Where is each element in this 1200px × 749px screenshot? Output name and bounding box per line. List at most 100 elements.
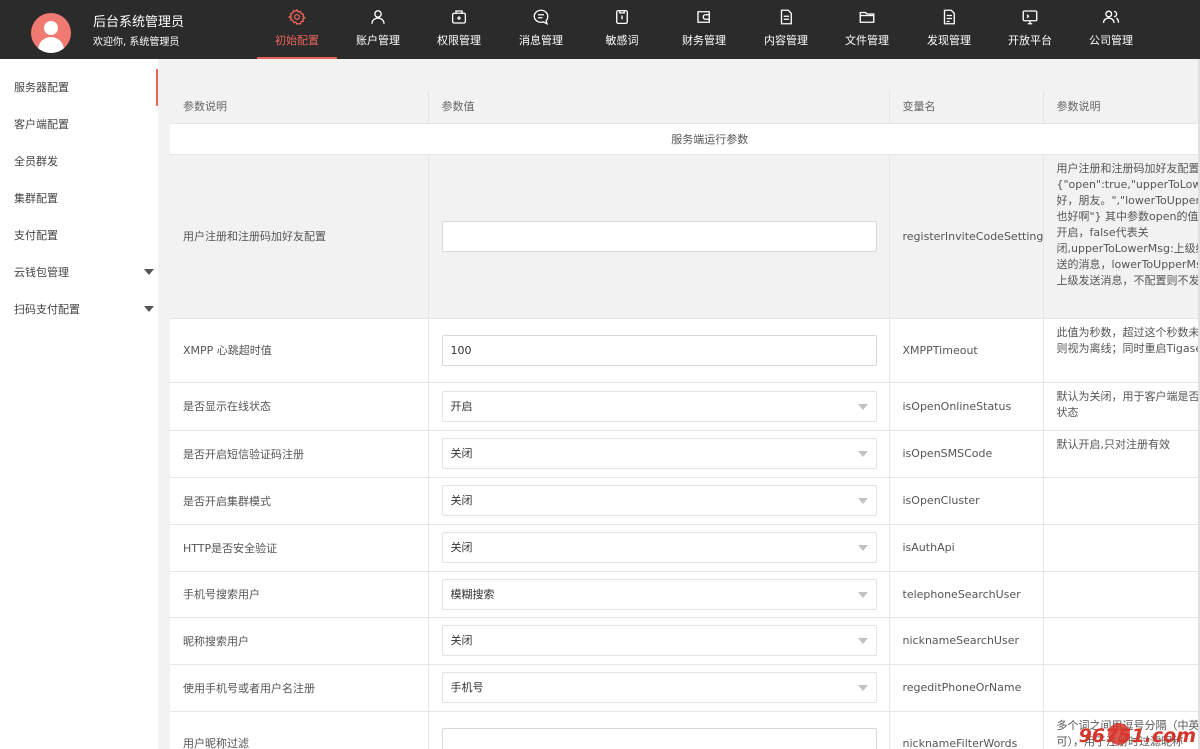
watermark: 96751.com <box>1078 725 1196 747</box>
nav-open-platform[interactable]: 开放平台 <box>990 0 1070 59</box>
select-value: 关闭 <box>450 494 473 507</box>
sidebar-item-client-config[interactable]: 客户端配置 <box>0 106 158 143</box>
online-status-select[interactable]: 开启 <box>441 390 877 422</box>
sidebar-item-qr-payment[interactable]: 扫码支付配置 <box>0 291 158 328</box>
sidebar-item-label: 扫码支付配置 <box>14 303 80 316</box>
nickname-search-select[interactable]: 关闭 <box>441 625 877 656</box>
param-label: 是否显示在线状态 <box>170 382 429 431</box>
sidebar-item-label: 服务器配置 <box>14 81 69 94</box>
select-value: 开启 <box>450 399 473 413</box>
sidebar-item-server-config[interactable]: 服务器配置 <box>0 69 158 106</box>
permission-icon <box>451 10 467 24</box>
sidebar-item-cluster-config[interactable]: 集群配置 <box>0 180 158 217</box>
param-label: 是否开启集群模式 <box>170 477 429 525</box>
param-description <box>1043 571 1200 618</box>
variable-name: nicknameFilterWords <box>889 711 1044 749</box>
nav-label: 消息管理 <box>519 34 563 47</box>
register-mode-select[interactable]: 手机号 <box>441 672 877 703</box>
nav-label: 权限管理 <box>437 34 481 47</box>
column-header: 参数值 <box>428 90 890 124</box>
param-description: 默认开启,只对注册有效 <box>1043 430 1200 478</box>
nav-company-management[interactable]: 公司管理 <box>1071 0 1151 59</box>
param-label: 昵称搜索用户 <box>170 617 429 665</box>
nickname-filter-input[interactable] <box>441 727 877 749</box>
select-value: 模糊搜索 <box>450 587 495 601</box>
variable-name: nicknameSearchUser <box>889 617 1044 665</box>
dropdown-arrow-icon <box>857 451 868 457</box>
nav-label: 敏感词 <box>605 34 639 47</box>
variable-name: XMPPTimeout <box>889 318 1044 383</box>
column-header: 变量名 <box>889 90 1044 124</box>
variable-name: isOpenOnlineStatus <box>889 382 1044 431</box>
table-row: 用户注册和注册码加好友配置 registerInviteCodeSetting … <box>170 154 1200 319</box>
users-icon <box>1102 10 1120 24</box>
nav-finance-management[interactable]: 财务管理 <box>664 0 744 59</box>
sms-code-select[interactable]: 关闭 <box>441 438 877 469</box>
variable-name: isOpenSMSCode <box>889 430 1044 478</box>
nav-account-management[interactable]: 账户管理 <box>338 0 418 59</box>
param-label: HTTP是否安全验证 <box>170 524 429 572</box>
xmpp-timeout-input[interactable]: 100 <box>441 334 877 366</box>
variable-name: regeditPhoneOrName <box>889 664 1044 712</box>
discover-icon <box>943 9 955 25</box>
param-description <box>1043 477 1200 525</box>
http-auth-select[interactable]: 关闭 <box>441 532 877 563</box>
message-icon <box>533 9 549 26</box>
dropdown-arrow-icon <box>857 545 868 551</box>
document-icon <box>780 9 792 25</box>
table-row: 是否显示在线状态 开启 isOpenOnlineStatus 默认为关闭，用于客… <box>170 382 1200 431</box>
gear-icon <box>288 8 306 26</box>
register-invite-code-input[interactable] <box>441 220 877 252</box>
dropdown-arrow-icon <box>857 638 868 644</box>
nav-discover-management[interactable]: 发现管理 <box>909 0 989 59</box>
sidebar: 服务器配置 客户端配置 全员群发 集群配置 支付配置 云钱包管理 扫码支付配置 <box>0 59 158 749</box>
nav-label: 公司管理 <box>1089 34 1133 47</box>
sidebar-item-label: 客户端配置 <box>14 118 69 131</box>
param-description: 此值为秒数，超过这个秒数未收到心跳则视为离线；同时重启Tigase后生效 <box>1043 318 1200 383</box>
variable-name: isOpenCluster <box>889 477 1044 525</box>
sidebar-item-broadcast[interactable]: 全员群发 <box>0 143 158 180</box>
nav-content-management[interactable]: 内容管理 <box>746 0 826 59</box>
table-row: XMPP 心跳超时值 100 XMPPTimeout 此值为秒数，超过这个秒数未… <box>170 318 1200 383</box>
select-value: 关闭 <box>450 541 473 554</box>
nav-initial-config[interactable]: 初始配置 <box>257 0 337 59</box>
caret-down-icon <box>144 269 154 275</box>
dropdown-arrow-icon <box>857 403 868 410</box>
caret-down-icon <box>144 306 154 312</box>
sidebar-item-payment-config[interactable]: 支付配置 <box>0 217 158 254</box>
select-value: 关闭 <box>450 447 473 460</box>
nav-label: 初始配置 <box>275 34 319 47</box>
nav-label: 文件管理 <box>845 34 889 47</box>
avatar[interactable] <box>31 13 71 53</box>
nav-label: 账户管理 <box>356 34 400 47</box>
nav-sensitive-words[interactable]: 敏感词 <box>582 0 662 59</box>
column-header: 参数说明 <box>170 90 429 124</box>
nav-message-management[interactable]: 消息管理 <box>501 0 581 59</box>
variable-name: registerInviteCodeSetting <box>889 154 1044 319</box>
variable-name: telephoneSearchUser <box>889 571 1044 618</box>
nav-permission-management[interactable]: 权限管理 <box>419 0 499 59</box>
param-label: 用户昵称过滤 <box>170 711 429 749</box>
phone-search-select[interactable]: 模糊搜索 <box>441 578 877 610</box>
config-table-panel: 参数说明 参数值 变量名 参数说明 服务端运行参数 用户注册和注册码加好友配置 … <box>170 90 1200 749</box>
table-row: 用户昵称过滤 nicknameFilterWords 多个词之间用逗号分隔（中英… <box>170 711 1200 749</box>
select-value: 手机号 <box>450 681 484 694</box>
sidebar-item-label: 支付配置 <box>14 229 58 242</box>
param-label: 使用手机号或者用户名注册 <box>170 664 429 712</box>
param-description <box>1043 524 1200 572</box>
sidebar-item-label: 云钱包管理 <box>14 266 69 279</box>
param-label: 用户注册和注册码加好友配置 <box>170 154 429 319</box>
sidebar-item-cloud-wallet[interactable]: 云钱包管理 <box>0 254 158 291</box>
nav-label: 财务管理 <box>682 34 726 47</box>
param-label: 是否开启短信验证码注册 <box>170 430 429 478</box>
param-description: 用户注册和注册码加好友配置示例 {"open":true,"upperToLow… <box>1043 154 1200 319</box>
dropdown-arrow-icon <box>857 685 868 691</box>
wallet-icon <box>697 11 710 23</box>
table-row: 手机号搜索用户 模糊搜索 telephoneSearchUser <box>170 571 1200 618</box>
nav-file-management[interactable]: 文件管理 <box>827 0 907 59</box>
variable-name: isAuthApi <box>889 524 1044 572</box>
dropdown-arrow-icon <box>857 591 868 598</box>
cluster-mode-select[interactable]: 关闭 <box>441 485 877 516</box>
config-table: 参数说明 参数值 变量名 参数说明 服务端运行参数 用户注册和注册码加好友配置 … <box>170 90 1200 749</box>
table-row: HTTP是否安全验证 关闭 isAuthApi <box>170 524 1200 572</box>
